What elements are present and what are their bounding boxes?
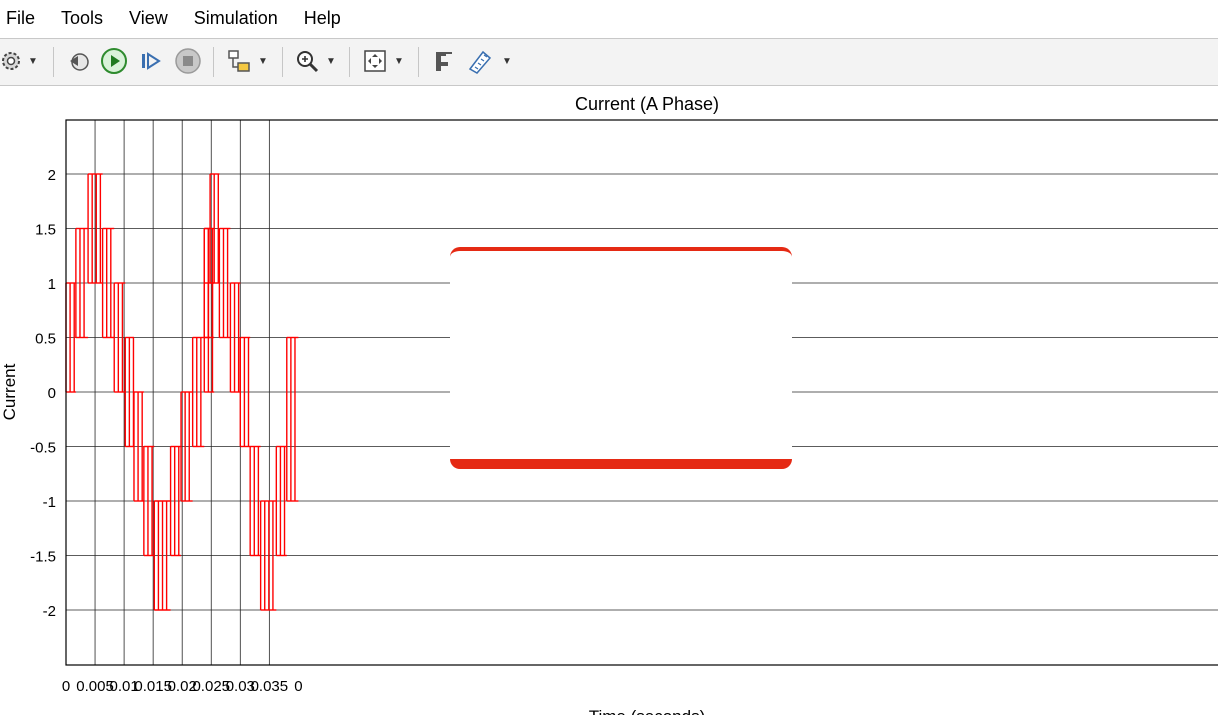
- y-tick-label: -2: [43, 603, 56, 620]
- x-tick-label: 0.025: [192, 678, 230, 695]
- toolbar-separator: [282, 47, 283, 77]
- y-tick-label: -0.5: [30, 440, 56, 457]
- settings-dropdown-icon[interactable]: ▼: [28, 56, 38, 67]
- settings-button[interactable]: ▼: [0, 47, 38, 75]
- zoom-in-button[interactable]: ▼: [294, 47, 336, 75]
- x-tick-label: 0.035: [251, 678, 289, 695]
- toolbar-separator: [418, 47, 419, 77]
- x-tick-label: 0.005: [76, 678, 114, 695]
- y-axis-label: Current: [0, 363, 19, 420]
- signal-stats-button[interactable]: ▼: [466, 47, 512, 75]
- y-tick-label: 0.5: [35, 331, 56, 348]
- settings-icon: [2, 52, 20, 70]
- highlight-block-icon: [228, 50, 250, 72]
- x-tick-label: 0: [294, 678, 302, 695]
- stats-dropdown-icon[interactable]: ▼: [502, 56, 512, 67]
- overlay-popup[interactable]: [450, 247, 792, 469]
- step-forward-button[interactable]: [139, 47, 163, 75]
- highlight-dropdown-icon[interactable]: ▼: [258, 56, 268, 67]
- step-back-button[interactable]: [66, 47, 92, 75]
- menu-view[interactable]: View: [123, 8, 182, 29]
- stop-icon: [175, 48, 201, 74]
- run-button[interactable]: [100, 47, 128, 75]
- fit-to-view-icon: [364, 50, 386, 72]
- y-tick-label: 2: [48, 167, 56, 184]
- chart-title: Current (A Phase): [575, 94, 719, 114]
- x-tick-labels: 0 0.0050.010.0150.020.0250.030.035 0: [62, 678, 303, 695]
- y-tick-label: 1.5: [35, 222, 56, 239]
- menu-file[interactable]: File: [0, 8, 49, 29]
- y-tick-labels: 2 1.5 1 0.5 0 -0.5 -1 -1.5 -2: [30, 167, 56, 620]
- fit-to-view-button[interactable]: ▼: [362, 47, 404, 75]
- y-tick-label: -1: [43, 494, 56, 511]
- menu-tools[interactable]: Tools: [55, 8, 117, 29]
- stop-button[interactable]: [174, 47, 202, 75]
- cursor-measure-button[interactable]: [430, 47, 456, 75]
- x-tick-label: 0: [62, 678, 70, 695]
- y-tick-label: 1: [48, 276, 56, 293]
- cursor-measure-icon: [436, 52, 452, 71]
- toolbar-separator: [213, 47, 214, 77]
- run-icon: [101, 48, 127, 74]
- menu-help[interactable]: Help: [298, 8, 355, 29]
- menu-simulation[interactable]: Simulation: [188, 8, 292, 29]
- step-back-icon: [70, 53, 89, 71]
- toolbar: ▼ ▼ ▼ ▼ ▼: [0, 38, 1218, 86]
- step-forward-icon: [142, 52, 161, 70]
- y-tick-label: 0: [48, 385, 56, 402]
- y-tick-label: -1.5: [30, 549, 56, 566]
- signal-stats-icon: [468, 50, 492, 74]
- menu-bar: File Tools View Simulation Help: [0, 0, 1218, 36]
- toolbar-separator: [349, 47, 350, 77]
- x-axis-label: Time (seconds): [589, 707, 706, 715]
- x-tick-label: 0.015: [134, 678, 172, 695]
- zoom-in-icon: [297, 51, 319, 73]
- highlight-block-button[interactable]: ▼: [226, 47, 268, 75]
- fit-dropdown-icon[interactable]: ▼: [394, 56, 404, 67]
- zoom-dropdown-icon[interactable]: ▼: [326, 56, 336, 67]
- toolbar-separator: [53, 47, 54, 77]
